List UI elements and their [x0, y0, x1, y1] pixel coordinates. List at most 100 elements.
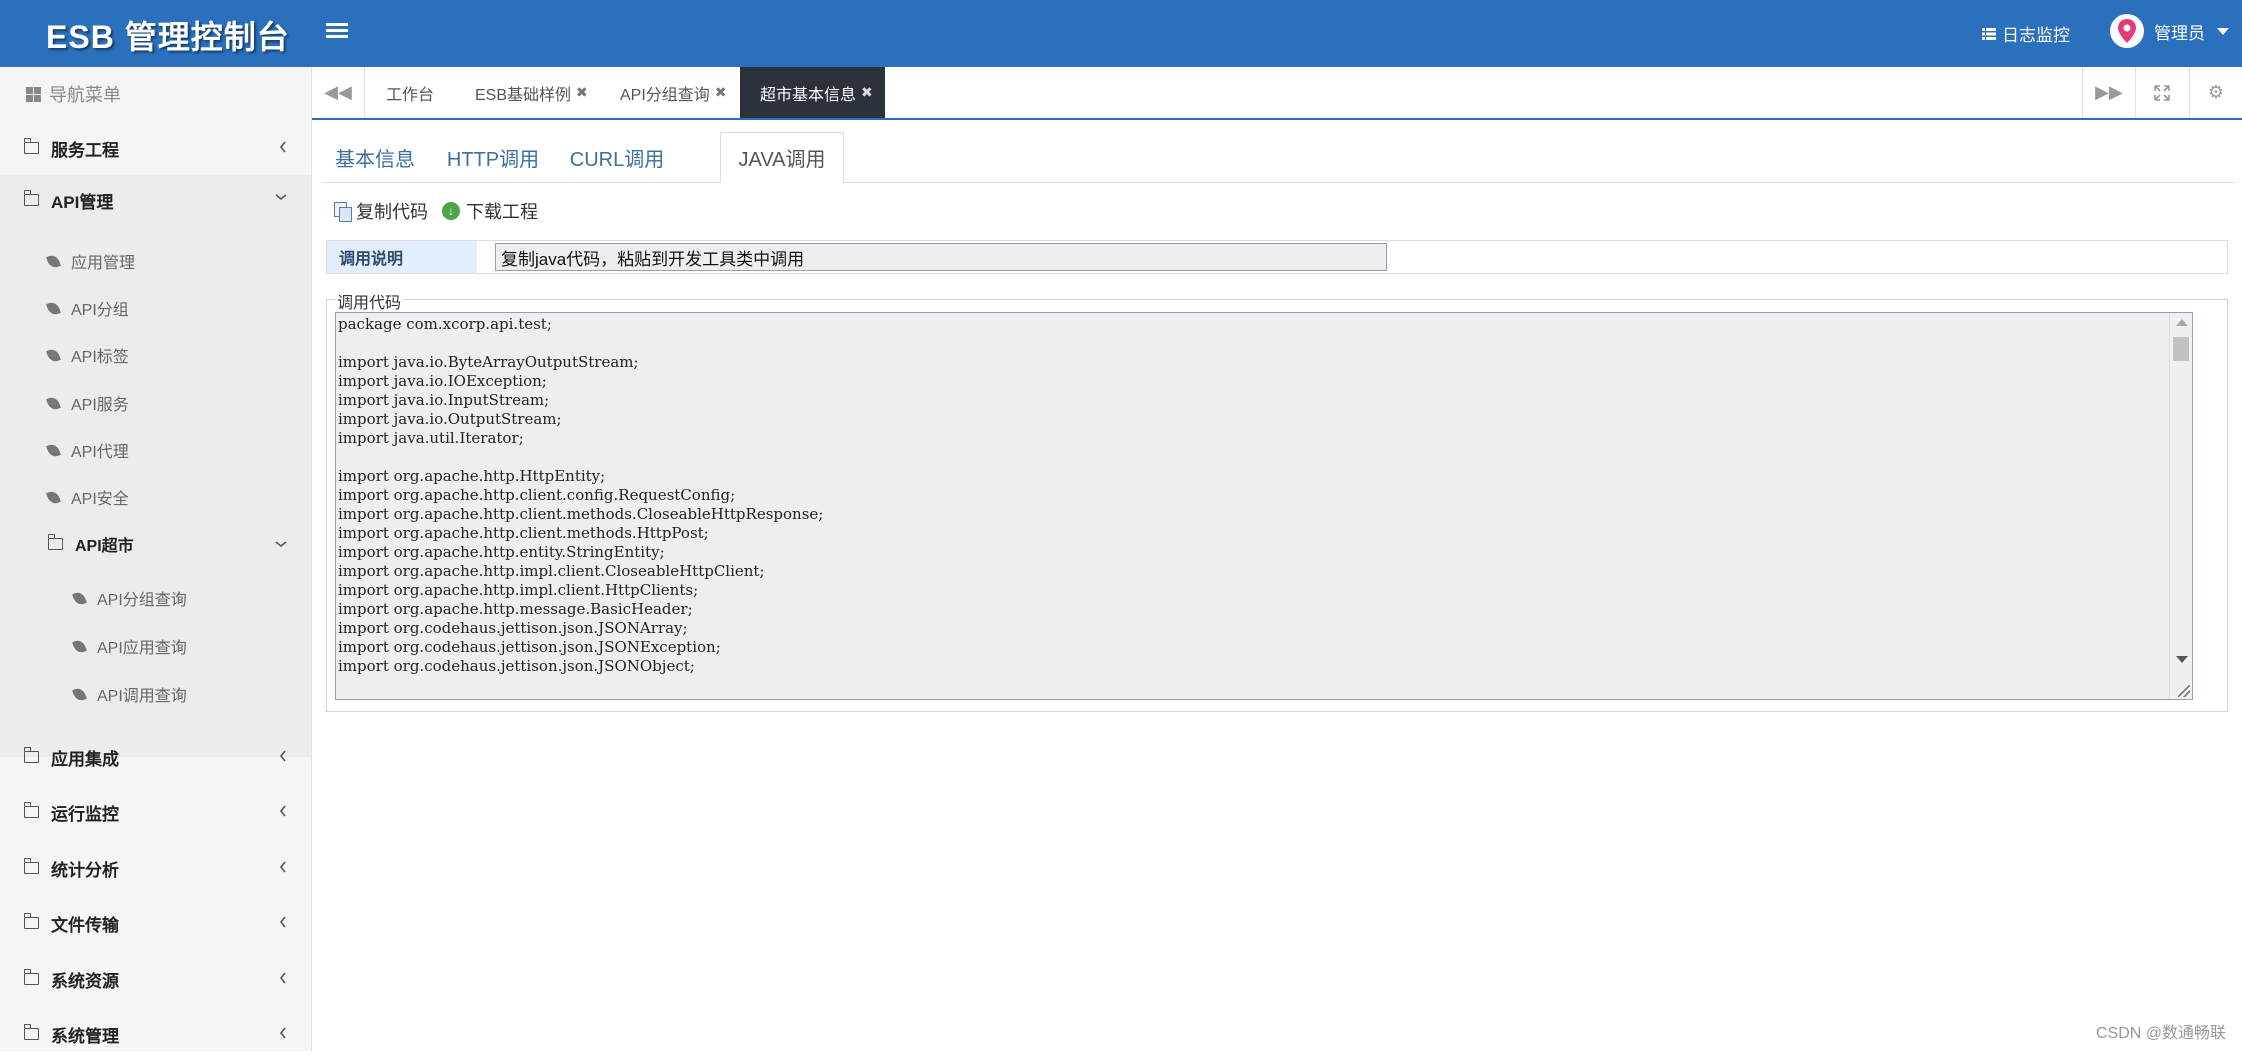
leaf-icon — [72, 686, 87, 702]
tab-label: API分组查询 — [620, 86, 710, 104]
code-scrollbar[interactable] — [2169, 313, 2192, 699]
app-brand: ESB 管理控制台 — [46, 19, 290, 55]
scroll-up-arrow-icon[interactable] — [2176, 319, 2188, 326]
tab-esb-samples[interactable]: ESB基础样例 ✖ — [475, 67, 588, 118]
sidebar-item-api-market[interactable]: API超市 — [0, 522, 311, 566]
avatar — [2110, 14, 2144, 48]
sidebar-item-system-management[interactable]: 系统管理 — [0, 1009, 311, 1059]
close-icon[interactable]: ✖ — [715, 84, 727, 101]
scroll-down-arrow-icon[interactable] — [2176, 656, 2188, 663]
chevron-left-icon — [279, 141, 286, 153]
expand-icon — [2154, 84, 2170, 101]
leaf-icon — [46, 442, 61, 458]
sidebar-item-app-management[interactable]: 应用管理 — [0, 239, 311, 283]
sidebar-item-api-call-query[interactable]: API调用查询 — [0, 672, 311, 716]
toolbar: 复制代码 ↓ 下载工程 — [334, 198, 538, 224]
watermark: CSDN @数通畅联 — [2095, 1025, 2226, 1042]
folder-icon — [23, 138, 39, 154]
sidebar-item-label: 文件传输 — [51, 915, 119, 935]
download-project-label: 下载工程 — [466, 202, 538, 222]
sidebar-item-label: 服务工程 — [51, 140, 119, 160]
double-right-icon: ▶▶ — [2095, 82, 2123, 102]
chevron-left-icon — [279, 861, 286, 873]
sidebar-item-api-proxy[interactable]: API代理 — [0, 428, 311, 472]
subtab-http-call[interactable]: HTTP调用 — [434, 132, 552, 182]
sidebar-subitem-label: API服务 — [71, 397, 129, 414]
folder-icon — [23, 747, 39, 763]
sidebar-item-api-app-query[interactable]: API应用查询 — [0, 624, 311, 668]
call-description-field[interactable] — [495, 243, 1387, 271]
settings-button[interactable]: ⚙ — [2189, 67, 2242, 118]
sidebar-item-api-group-query[interactable]: API分组查询 — [0, 576, 311, 620]
caret-down-icon — [2217, 27, 2229, 35]
sidebar-item-label: 系统资源 — [51, 971, 119, 991]
copy-code-label: 复制代码 — [356, 202, 428, 222]
leaf-icon — [72, 638, 87, 654]
sidebar-item-api-tag[interactable]: API标签 — [0, 333, 311, 377]
chevron-left-icon — [279, 750, 286, 762]
sidebar-item-api-management[interactable]: API管理 — [0, 175, 311, 225]
folder-icon — [23, 802, 39, 818]
sidebar-item-app-integration[interactable]: 应用集成 — [0, 732, 311, 782]
sidebar-item-run-monitor[interactable]: 运行监控 — [0, 787, 311, 837]
copy-code-button[interactable]: 复制代码 — [334, 198, 428, 224]
sidebar-item-service-project[interactable]: 服务工程 — [0, 123, 311, 173]
chevron-left-icon — [279, 916, 286, 928]
nav-menu-title: 导航菜单 — [26, 81, 121, 107]
subtab-basic-info[interactable]: 基本信息 — [322, 132, 428, 182]
sidebar-item-label: 应用集成 — [51, 749, 119, 769]
code-textarea[interactable]: package com.xcorp.api.test; import java.… — [335, 312, 2193, 700]
tab-label: 超市基本信息 — [760, 86, 857, 104]
sidebar: 导航菜单 服务工程 API管理 应用管理 API分组 API标签 API服务 A… — [0, 67, 312, 1051]
leaf-icon — [46, 253, 61, 269]
subtab-curl-call[interactable]: CURL调用 — [558, 132, 676, 182]
sidebar-item-system-resources[interactable]: 系统资源 — [0, 954, 311, 1004]
sidebar-item-api-security[interactable]: API安全 — [0, 475, 311, 519]
scroll-thumb[interactable] — [2173, 337, 2189, 361]
folder-open-icon — [47, 534, 63, 550]
sidebar-subitem-label: API分组查询 — [97, 592, 187, 609]
subtab-java-call[interactable]: JAVA调用 — [720, 132, 844, 183]
leaf-icon — [72, 590, 87, 606]
tab-market-basic-info[interactable]: 超市基本信息 ✖ — [740, 67, 885, 118]
nav-title-label: 导航菜单 — [49, 85, 121, 105]
fullscreen-button[interactable] — [2135, 67, 2188, 118]
folder-icon — [23, 1024, 39, 1040]
tabs-scroll-left-button[interactable]: ◀◀ — [312, 67, 365, 118]
folder-icon — [23, 913, 39, 929]
close-icon[interactable]: ✖ — [861, 84, 873, 101]
tab-label: 工作台 — [386, 86, 435, 104]
api-management-expanded: API管理 应用管理 API分组 API标签 API服务 API代理 API安全 — [0, 175, 311, 757]
sidebar-item-api-group[interactable]: API分组 — [0, 286, 311, 330]
top-header: ESB 管理控制台 日志监控 管理员 — [0, 0, 2242, 67]
grid-icon — [26, 86, 41, 102]
menu-toggle-icon[interactable] — [326, 20, 348, 46]
chevron-left-icon — [279, 1027, 286, 1039]
leaf-icon — [46, 395, 61, 411]
sidebar-item-label: API管理 — [51, 192, 114, 212]
resize-grip-icon[interactable] — [2178, 685, 2190, 697]
sidebar-subitem-label: API超市 — [75, 538, 134, 555]
page-tab-bar: ◀◀ 工作台 ESB基础样例 ✖ API分组查询 ✖ 超市基本信息 ✖ ▶▶ ⚙ — [312, 67, 2242, 120]
download-icon: ↓ — [442, 202, 460, 220]
log-monitor-link[interactable]: 日志监控 — [1982, 21, 2070, 46]
sidebar-item-statistics[interactable]: 统计分析 — [0, 843, 311, 893]
download-project-button[interactable]: ↓ 下载工程 — [442, 198, 538, 224]
sidebar-item-api-service[interactable]: API服务 — [0, 381, 311, 425]
user-menu[interactable]: 管理员 — [2110, 14, 2229, 48]
close-icon[interactable]: ✖ — [576, 84, 588, 101]
folder-open-icon — [23, 190, 39, 206]
sidebar-subitem-label: API标签 — [71, 349, 129, 366]
copy-icon — [334, 202, 352, 222]
tabs-scroll-right-button[interactable]: ▶▶ — [2082, 67, 2135, 118]
sidebar-item-label: 运行监控 — [51, 804, 119, 824]
sub-tab-bar: 基本信息 HTTP调用 CURL调用 JAVA调用 — [322, 132, 2235, 183]
chevron-left-icon — [279, 972, 286, 984]
tab-workbench[interactable]: 工作台 — [386, 67, 434, 118]
double-left-icon: ◀◀ — [324, 82, 352, 102]
main-content: 基本信息 HTTP调用 CURL调用 JAVA调用 复制代码 ↓ 下载工程 调用… — [312, 120, 2242, 1051]
tab-api-group-query[interactable]: API分组查询 ✖ — [620, 67, 727, 118]
call-code-fieldset: 调用代码 package com.xcorp.api.test; import … — [326, 289, 2228, 712]
sidebar-item-file-transfer[interactable]: 文件传输 — [0, 898, 311, 948]
call-description-label: 调用说明 — [327, 241, 477, 273]
